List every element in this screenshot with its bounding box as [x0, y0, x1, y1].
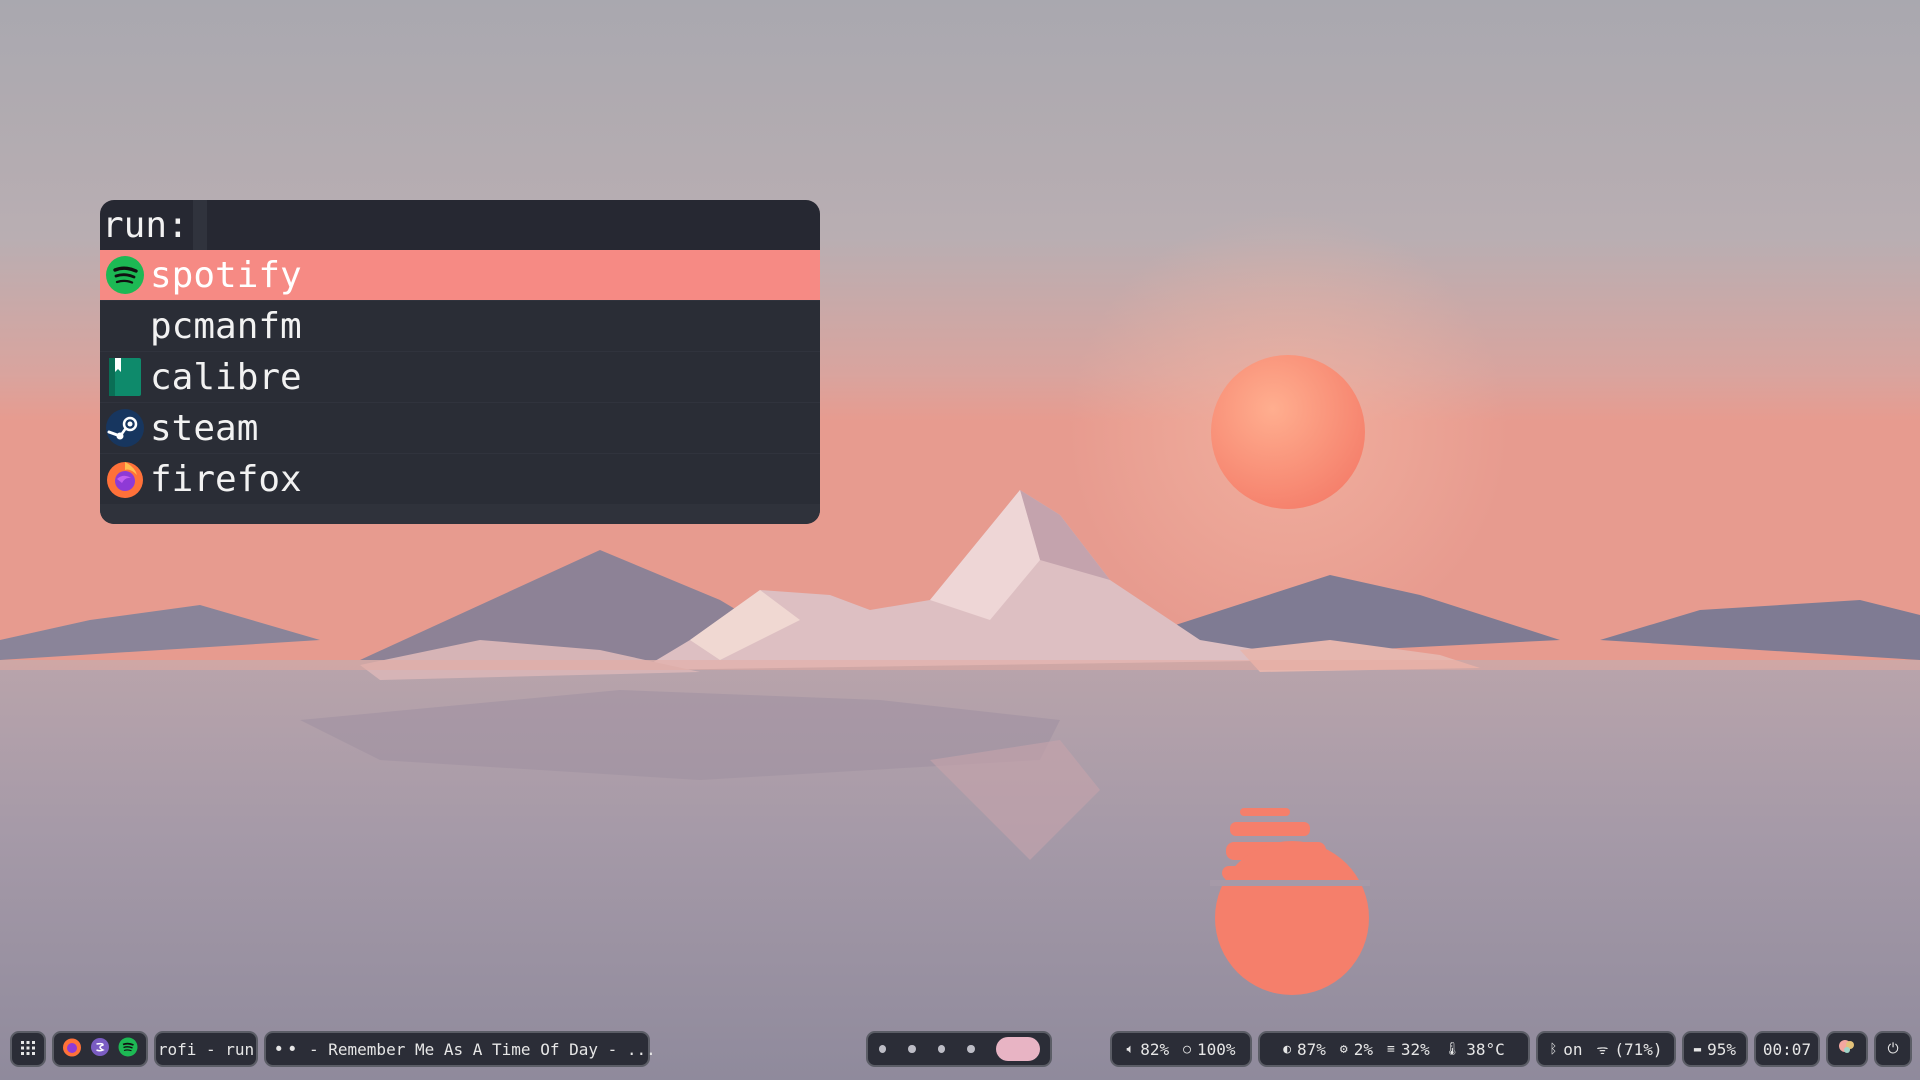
spotify-icon [104, 254, 146, 296]
play-pause-icon[interactable]: ⏺ [276, 1042, 282, 1056]
prompt-row[interactable]: run: [100, 200, 820, 250]
workspace-3[interactable] [937, 1045, 946, 1053]
status-bar: rofi - run ⏺ ⏺ - Remember Me As A Time O… [0, 1030, 1920, 1072]
color-picker-button[interactable] [1826, 1031, 1868, 1067]
launcher-footer [100, 504, 820, 524]
spotify-icon[interactable] [118, 1037, 138, 1061]
bluetooth-status[interactable]: ᛒ on [1549, 1040, 1582, 1059]
wifi-icon: ᯤ [1596, 1043, 1609, 1058]
entry-steam[interactable]: steam [100, 402, 820, 453]
power-button[interactable]: ⏻ [1874, 1031, 1912, 1067]
media-player[interactable]: ⏺ ⏺ - Remember Me As A Time Of Day - ... [264, 1031, 656, 1067]
shield-icon: ◐ [1283, 1041, 1292, 1057]
emacs-icon[interactable] [90, 1037, 110, 1061]
app-grid-button[interactable] [10, 1031, 46, 1067]
sun [1211, 355, 1365, 509]
clock-time: 00:07 [1762, 1039, 1812, 1059]
prompt-label: run: [102, 204, 189, 246]
rofi-run-launcher[interactable]: run: spotify pcmanfm calibre steam firef… [100, 200, 820, 524]
desktop-wallpaper [0, 0, 1920, 1080]
workspaces [866, 1031, 1052, 1067]
window-title[interactable]: rofi - run [154, 1031, 258, 1067]
app-grid-icon [21, 1040, 35, 1059]
media-title: - Remember Me As A Time Of Day - ... [309, 1039, 656, 1059]
search-input[interactable] [192, 200, 207, 250]
blank-icon [104, 305, 146, 347]
bluetooth-icon: ᛒ [1549, 1041, 1558, 1057]
system-stats: ◐ 87% ⚙︎ 2% ≡ 32% 🌡︎ 38°C [1258, 1031, 1530, 1067]
media-controls: ⏺ ⏺ [276, 1042, 295, 1056]
temperature-stat[interactable]: 🌡︎ 38°C [1444, 1040, 1505, 1059]
entry-firefox[interactable]: firefox [100, 453, 820, 504]
pinned-apps [52, 1031, 148, 1067]
entry-calibre[interactable]: calibre [100, 351, 820, 402]
next-icon[interactable]: ⏺ [290, 1042, 296, 1056]
palette-icon [1838, 1039, 1856, 1059]
firefox-icon[interactable] [62, 1037, 82, 1061]
entry-label: spotify [150, 254, 302, 296]
entry-label: pcmanfm [150, 305, 302, 347]
wifi-status[interactable]: ᯤ (71%) [1597, 1040, 1663, 1059]
steam-icon [104, 407, 146, 449]
cpu-icon: ⚙︎ [1339, 1041, 1348, 1057]
connectivity-group: ᛒ on ᯤ (71%) [1536, 1031, 1676, 1067]
cpu-stat[interactable]: ⚙︎ 2% [1340, 1040, 1373, 1059]
clock[interactable]: 00:07 [1754, 1031, 1820, 1067]
firefox-icon [104, 458, 146, 500]
workspace-4[interactable] [967, 1045, 975, 1053]
battery[interactable]: ▬ 95% [1682, 1031, 1748, 1067]
thermometer-icon: 🌡︎ [1443, 1041, 1461, 1057]
battery-icon: ▬ [1693, 1042, 1702, 1056]
brightness[interactable]: ○ 100% [1183, 1040, 1235, 1059]
volume-icon: 🔈︎ [1126, 1041, 1135, 1057]
power-icon: ⏻ [1887, 1041, 1899, 1057]
brightness-icon: ○ [1183, 1041, 1191, 1057]
window-title-label: rofi - run [157, 1039, 255, 1059]
ram-stat[interactable]: ≡ 32% [1387, 1040, 1430, 1059]
entry-spotify[interactable]: spotify [100, 250, 820, 300]
workspace-1[interactable] [878, 1045, 887, 1053]
entry-label: steam [150, 407, 259, 449]
shield-stat[interactable]: ◐ 87% [1283, 1040, 1326, 1059]
calibre-icon [104, 356, 146, 398]
workspace-2[interactable] [908, 1045, 916, 1053]
entry-label: firefox [150, 458, 302, 500]
workspace-5-active[interactable] [995, 1037, 1041, 1061]
audio-display-group: 🔈︎ 82% ○ 100% [1110, 1031, 1252, 1067]
volume[interactable]: 🔈︎ 82% [1126, 1040, 1169, 1059]
entry-label: calibre [150, 356, 302, 398]
entry-pcmanfm[interactable]: pcmanfm [100, 300, 820, 351]
memory-icon: ≡ [1387, 1041, 1395, 1057]
